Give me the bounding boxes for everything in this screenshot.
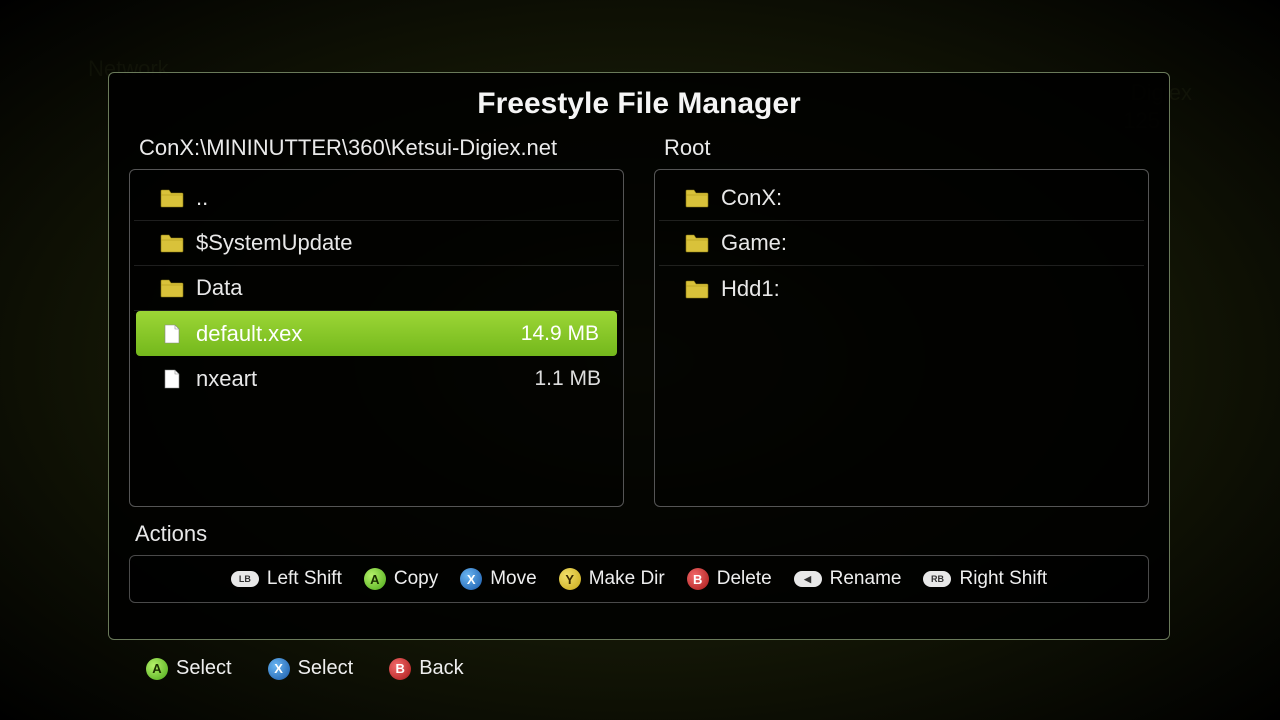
item-size: 1.1 MB — [534, 367, 607, 391]
list-item[interactable]: Game: — [659, 221, 1144, 266]
action-hint[interactable]: LB Left Shift — [231, 568, 342, 590]
action-hint[interactable]: Y Make Dir — [559, 568, 665, 590]
rb-bumper-icon: RB — [923, 571, 951, 587]
bottom-hint[interactable]: A Select — [146, 657, 232, 680]
b-button-icon: B — [389, 658, 411, 680]
bottom-hint-label: Select — [176, 657, 232, 680]
right-pane: Root ConX: Game: Hdd1: — [654, 135, 1149, 507]
list-item[interactable]: Data — [134, 266, 619, 311]
y-button-icon: Y — [559, 568, 581, 590]
folder-icon — [685, 188, 709, 208]
action-label: Move — [490, 568, 536, 590]
list-item[interactable]: $SystemUpdate — [134, 221, 619, 266]
list-item[interactable]: Hdd1: — [659, 266, 1144, 311]
item-size: 14.9 MB — [521, 322, 605, 346]
bottom-hint[interactable]: X Select — [268, 657, 354, 680]
a-button-icon: A — [146, 658, 168, 680]
folder-icon — [160, 278, 184, 298]
x-button-icon: X — [268, 658, 290, 680]
item-name: Data — [196, 275, 607, 301]
action-hint[interactable]: ◀ Rename — [794, 568, 902, 590]
bottom-hint-label: Back — [419, 657, 463, 680]
action-label: Delete — [717, 568, 772, 590]
item-name: nxeart — [196, 366, 522, 392]
a-button-icon: A — [364, 568, 386, 590]
◀-bumper-icon: ◀ — [794, 571, 822, 587]
right-file-list[interactable]: ConX: Game: Hdd1: — [654, 169, 1149, 507]
file-manager-window: Freestyle File Manager ConX:\MININUTTER\… — [108, 72, 1170, 640]
folder-icon — [685, 233, 709, 253]
item-name: Hdd1: — [721, 276, 1132, 302]
list-item[interactable]: .. — [134, 176, 619, 221]
action-label: Rename — [830, 568, 902, 590]
actions-bar: LB Left Shift A Copy X Move Y Make Dir B Delete ◀ R… — [129, 555, 1149, 603]
bottom-button-hints: A Select X Select B Back — [146, 657, 464, 680]
bottom-hint[interactable]: B Back — [389, 657, 463, 680]
folder-icon — [685, 279, 709, 299]
item-name: default.xex — [196, 321, 509, 347]
list-item[interactable]: ConX: — [659, 176, 1144, 221]
window-title: Freestyle File Manager — [129, 87, 1149, 121]
action-hint[interactable]: X Move — [460, 568, 536, 590]
action-hint[interactable]: B Delete — [687, 568, 772, 590]
folder-icon — [160, 233, 184, 253]
action-label: Copy — [394, 568, 438, 590]
action-hint[interactable]: RB Right Shift — [923, 568, 1047, 590]
folder-icon — [160, 188, 184, 208]
bottom-hint-label: Select — [298, 657, 354, 680]
file-icon — [160, 324, 184, 344]
action-hint[interactable]: A Copy — [364, 568, 438, 590]
right-pane-path: Root — [654, 135, 1149, 161]
file-icon — [160, 369, 184, 389]
list-item[interactable]: nxeart 1.1 MB — [134, 356, 619, 401]
item-name: $SystemUpdate — [196, 230, 607, 256]
left-file-list[interactable]: .. $SystemUpdate Data default.xex 14.9 MB nxe… — [129, 169, 624, 507]
action-label: Right Shift — [959, 568, 1047, 590]
b-button-icon: B — [687, 568, 709, 590]
lb-bumper-icon: LB — [231, 571, 259, 587]
item-name: Game: — [721, 230, 1132, 256]
actions-heading: Actions — [135, 521, 1149, 547]
item-name: ConX: — [721, 185, 1132, 211]
action-label: Left Shift — [267, 568, 342, 590]
left-pane-path: ConX:\MININUTTER\360\Ketsui-Digiex.net — [129, 135, 624, 161]
x-button-icon: X — [460, 568, 482, 590]
left-pane: ConX:\MININUTTER\360\Ketsui-Digiex.net .… — [129, 135, 624, 507]
list-item[interactable]: default.xex 14.9 MB — [136, 311, 617, 356]
item-name: .. — [196, 185, 607, 211]
action-label: Make Dir — [589, 568, 665, 590]
